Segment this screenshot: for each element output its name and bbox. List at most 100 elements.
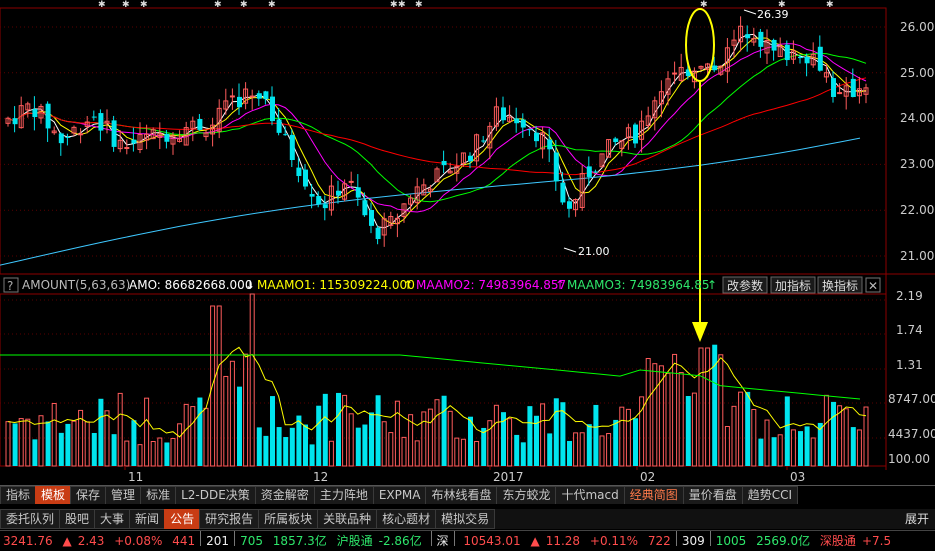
- volume-bar-up: [18, 418, 24, 467]
- tab-sim-trading[interactable]: 模拟交易: [435, 509, 496, 529]
- volume-bars[interactable]: [5, 293, 869, 467]
- candle-body-up: [348, 180, 354, 183]
- volume-bar-down: [237, 386, 242, 466]
- high-price-label: 26.39: [757, 8, 789, 21]
- candle-body-up: [672, 72, 678, 75]
- sh-index-pct: +0.08%: [114, 534, 163, 548]
- sz-index-value[interactable]: 10543.01: [460, 531, 523, 551]
- indicator-template-tabs: 指标 模板 保存 管理 标准 L2-DDE决策 资金解密 主力阵地 EXPMA 布林线看盘 东方蛟龙…: [0, 485, 935, 504]
- candle-body-down: [309, 194, 315, 197]
- info-marker-star-icon[interactable]: ✱: [415, 0, 423, 10]
- tab-save[interactable]: 保存: [70, 486, 107, 504]
- info-marker-star-icon[interactable]: ✱: [98, 0, 106, 10]
- candle-body-down: [296, 167, 302, 177]
- volume-bar-up: [672, 353, 678, 467]
- sz-index-change: 11.28: [545, 534, 581, 548]
- volume-bar-up: [203, 407, 209, 467]
- sh-down-count: 705: [240, 534, 263, 548]
- candlesticks[interactable]: [5, 16, 869, 247]
- tab-events[interactable]: 大事: [94, 509, 131, 529]
- volume-bar-up: [823, 394, 829, 467]
- volume-bar-down: [831, 401, 836, 466]
- volume-bar-up: [243, 353, 249, 467]
- info-marker-star-icon[interactable]: ✱: [240, 0, 248, 10]
- volume-bar-down: [362, 424, 368, 466]
- close-icon[interactable]: ✕: [868, 279, 878, 293]
- grid: [0, 26, 886, 439]
- info-marker-star-icon[interactable]: ✱: [140, 0, 148, 10]
- tab-sector[interactable]: 所属板块: [258, 509, 319, 529]
- highlight-ellipse: [685, 8, 715, 82]
- info-marker-star-icon[interactable]: ✱: [390, 0, 398, 10]
- volume-bar-up: [183, 403, 189, 467]
- candle-body-down: [369, 210, 374, 226]
- candle-body-down: [468, 155, 473, 162]
- volume-bar-up: [678, 372, 684, 467]
- high-marker: 26.39: [743, 8, 789, 21]
- tab-volume-price[interactable]: 量价看盘: [682, 486, 743, 504]
- tab-l2-dde[interactable]: L2-DDE决策: [175, 486, 256, 504]
- tab-macd[interactable]: 十代macd: [555, 486, 625, 504]
- sz-label[interactable]: 深: [434, 531, 452, 551]
- volume-bar-up: [454, 437, 460, 467]
- tab-indicator[interactable]: 指标: [0, 486, 37, 504]
- candle-body-down: [58, 133, 64, 144]
- candle-body-down: [32, 109, 38, 118]
- sgt-label[interactable]: 深股通: [817, 531, 859, 551]
- help-icon[interactable]: ?: [7, 279, 13, 293]
- sh-turnover: 1857.3亿: [272, 534, 327, 548]
- info-marker-star-icon[interactable]: ✱: [398, 0, 406, 10]
- volume-bar-down: [375, 395, 381, 466]
- info-marker-star-icon[interactable]: ✱: [122, 0, 130, 10]
- candle-body-down: [560, 182, 566, 203]
- tab-bollinger[interactable]: 布林线看盘: [425, 486, 498, 504]
- candle-body-down: [270, 96, 275, 122]
- info-marker-star-icon[interactable]: ✱: [826, 0, 834, 10]
- low-price-label: 21.00: [578, 245, 610, 258]
- price-tick: 24.00: [900, 111, 934, 125]
- volume-bar-up: [249, 293, 255, 467]
- candle-body-down: [501, 107, 506, 121]
- info-marker-star-icon[interactable]: ✱: [214, 0, 222, 10]
- tab-template[interactable]: 模板: [35, 486, 72, 504]
- tab-news[interactable]: 新闻: [129, 509, 166, 529]
- volume-bar-down: [91, 432, 97, 466]
- tab-order-queue[interactable]: 委托队列: [0, 509, 61, 529]
- volume-bar-up: [810, 437, 816, 467]
- tab-standard[interactable]: 标准: [140, 486, 177, 504]
- hgt-label[interactable]: 沪股通: [334, 531, 376, 551]
- volume-bar-up: [718, 354, 724, 467]
- volume-bar-down: [369, 412, 374, 466]
- maamo3-arrow: ↑: [707, 278, 717, 292]
- expand-button[interactable]: 展开: [905, 510, 929, 527]
- price-tick: 22.00: [900, 203, 934, 217]
- sz-turnover: 2569.0亿: [756, 534, 811, 548]
- maamo1-value: MAAMO1: 115309224.000: [257, 278, 415, 292]
- tab-classic-simple[interactable]: 经典简图: [623, 486, 684, 504]
- tab-stock-forum[interactable]: 股吧: [59, 509, 96, 529]
- sh-index-value[interactable]: 3241.76: [0, 531, 56, 551]
- ma-line: [7, 37, 867, 225]
- chart-stage[interactable]: ✱ ✱ ✱ ✱ ✱ ✱ ✱ ✱ ✱ ✱ ✱ ✱ 26.00 25.00 24.00 23.00 22.…: [0, 0, 935, 551]
- tab-core-theme[interactable]: 核心题材: [376, 509, 437, 529]
- sh-up-count: 441: [172, 534, 196, 548]
- tab-fund-decode[interactable]: 资金解密: [254, 486, 315, 504]
- candle-body-up: [837, 92, 843, 95]
- tab-research[interactable]: 研究报告: [199, 509, 260, 529]
- price-tick: 26.00: [900, 20, 934, 34]
- tab-expma[interactable]: EXPMA: [372, 486, 427, 504]
- volume-bar-down: [758, 438, 764, 466]
- tab-trend-cci[interactable]: 趋势CCI: [741, 486, 799, 504]
- tab-announcements[interactable]: 公告: [164, 509, 201, 529]
- tab-dongfang-jiaolong[interactable]: 东方蛟龙: [496, 486, 557, 504]
- volume-bar-up: [619, 406, 625, 467]
- candle-body-down: [850, 78, 856, 98]
- candle-body-down: [593, 171, 599, 173]
- volume-bar-down: [316, 405, 322, 466]
- volume-bar-down: [567, 440, 572, 466]
- info-marker-star-icon[interactable]: ✱: [268, 0, 276, 10]
- tab-related[interactable]: 关联品种: [317, 509, 378, 529]
- tab-manage[interactable]: 管理: [105, 486, 142, 504]
- tab-main-force[interactable]: 主力阵地: [313, 486, 374, 504]
- price-axis: 26.00 25.00 24.00 23.00 22.00 21.00: [900, 20, 934, 263]
